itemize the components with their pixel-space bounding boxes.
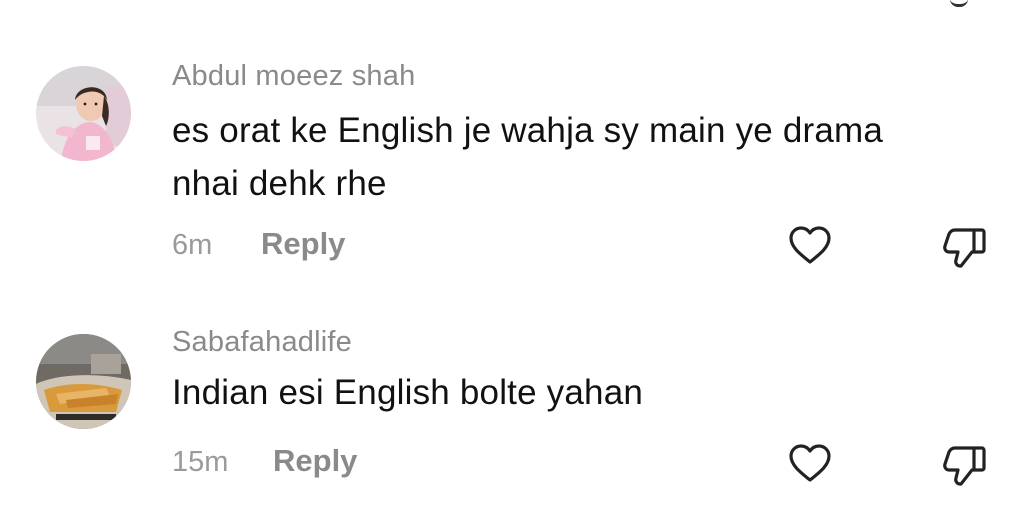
heart-icon[interactable] xyxy=(786,440,834,488)
reply-button[interactable]: Reply xyxy=(273,443,357,479)
thumbs-down-icon[interactable] xyxy=(940,222,988,270)
comment-username[interactable]: Abdul moeez shah xyxy=(172,60,415,93)
thumbs-down-icon[interactable] xyxy=(940,440,988,488)
comment-item: Abdul moeez shah es orat ke English je w… xyxy=(0,0,1024,290)
heart-icon[interactable] xyxy=(786,222,834,270)
avatar-image xyxy=(36,334,131,429)
comment-item: Sabafahadlife Indian esi English bolte y… xyxy=(0,290,1024,514)
comment-text: es orat ke English je wahja sy main ye d… xyxy=(172,111,884,203)
comment-text: Indian esi English bolte yahan xyxy=(172,373,644,412)
avatar[interactable] xyxy=(36,334,131,429)
comment-timestamp: 6m xyxy=(172,229,213,261)
reply-button[interactable]: Reply xyxy=(261,226,345,262)
avatar-image xyxy=(36,66,131,161)
avatar[interactable] xyxy=(36,66,131,161)
comment-timestamp: 15m xyxy=(172,446,229,478)
comment-username[interactable]: Sabafahadlife xyxy=(172,326,352,359)
